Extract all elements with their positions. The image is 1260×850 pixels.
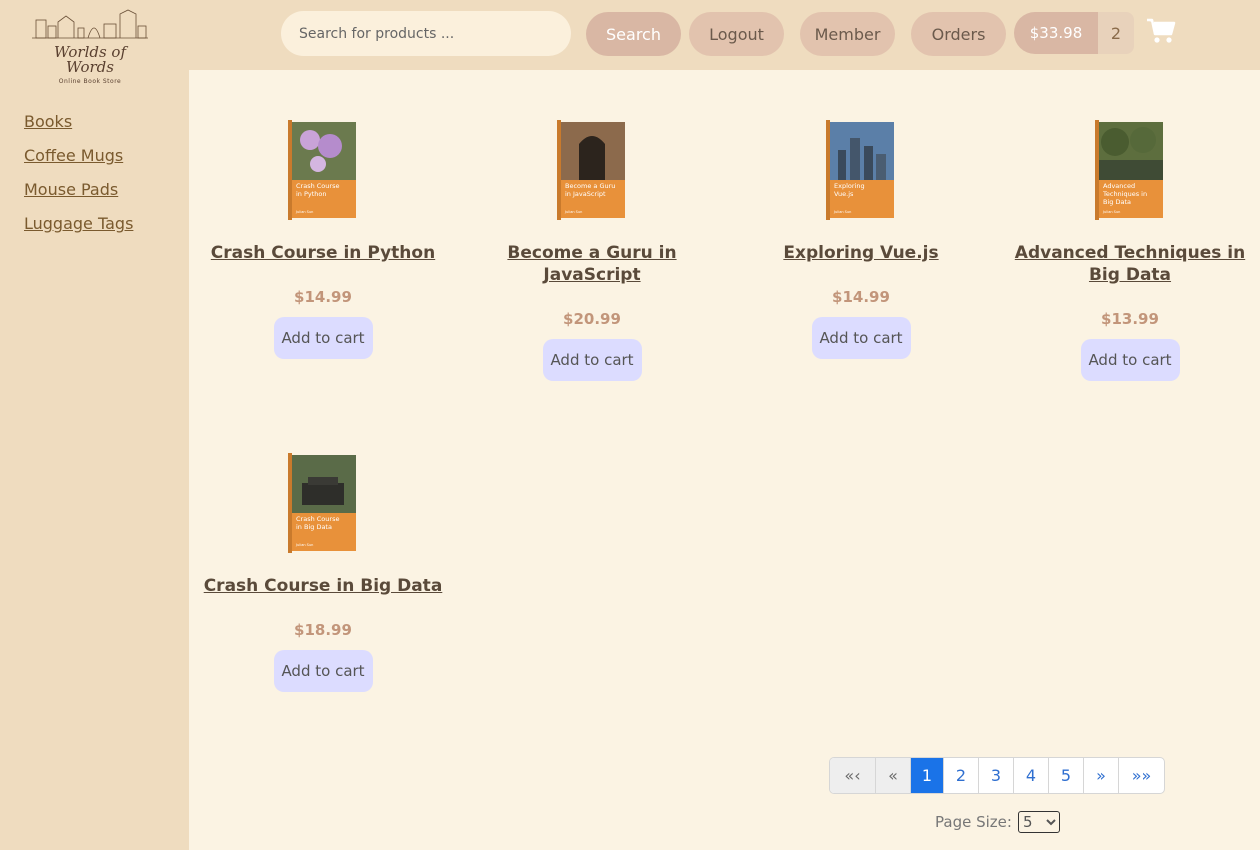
cart-total[interactable]: $33.98 [1014,12,1098,54]
store-logo[interactable]: Worlds of Words Online Book Store [28,8,152,88]
product-price: $14.99 [832,288,890,306]
book-cover-image[interactable]: Become a Guru in JavaScript Julian Sun [557,120,627,220]
product-card: Advanced Techniques in Big Data Julian Sun… [1000,120,1260,381]
page-size-select[interactable]: 5 [1017,811,1060,833]
cover-author: Julian Sun [295,543,313,547]
next-page-button[interactable]: » [1084,758,1119,793]
product-card: Become a Guru in JavaScript Julian Sun Be… [462,120,722,381]
sidebar: Worlds of Words Online Book Store Books … [0,0,189,850]
product-price: $20.99 [563,310,621,328]
book-cover-image[interactable]: Crash Course in Python Julian Sun [288,120,358,220]
sidebar-item-coffee-mugs[interactable]: Coffee Mugs [24,145,133,179]
search-button[interactable]: Search [586,12,681,56]
page-button-2[interactable]: 2 [944,758,979,793]
product-card: Crash Course in Big Data Julian Sun Crash… [193,453,453,692]
cover-author: Julian Sun [1102,210,1120,214]
add-to-cart-button[interactable]: Add to cart [1080,339,1180,381]
cart-count-badge[interactable]: 2 [1098,12,1134,54]
product-title[interactable]: Crash Course in Python [193,242,453,264]
product-card: Exploring Vue.js Julian Sun Exploring Vue… [731,120,991,359]
sidebar-item-books[interactable]: Books [24,111,133,145]
product-card: Crash Course in Python Julian Sun Crash C… [193,120,453,359]
page-button-5[interactable]: 5 [1049,758,1084,793]
cover-author: Julian Sun [833,210,851,214]
search-input[interactable] [281,11,571,56]
prev-page-button[interactable]: « [876,758,911,793]
pagination: «‹ « 1 2 3 4 5 » »» [829,757,1165,794]
page-button-1[interactable]: 1 [911,758,944,793]
product-price: $14.99 [294,288,352,306]
add-to-cart-button[interactable]: Add to cart [273,650,373,692]
page-button-4[interactable]: 4 [1014,758,1049,793]
sidebar-item-luggage-tags[interactable]: Luggage Tags [24,213,133,247]
add-to-cart-button[interactable]: Add to cart [811,317,911,359]
product-title[interactable]: Advanced Techniques in Big Data [1000,242,1260,286]
cover-author: Julian Sun [295,210,313,214]
page-size-control: Page Size: 5 [935,811,1060,833]
product-title[interactable]: Become a Guru in JavaScript [462,242,722,286]
book-cover-image[interactable]: Advanced Techniques in Big Data Julian Sun [1095,120,1165,220]
add-to-cart-button[interactable]: Add to cart [273,317,373,359]
page-button-3[interactable]: 3 [979,758,1014,793]
cover-author: Julian Sun [564,210,582,214]
product-title[interactable]: Crash Course in Big Data [193,575,453,597]
product-title[interactable]: Exploring Vue.js [731,242,991,264]
book-cover-image[interactable]: Crash Course in Big Data Julian Sun [288,453,358,553]
logo-text-line2: Words [66,58,114,76]
book-cover-image[interactable]: Exploring Vue.js Julian Sun [826,120,896,220]
logo-tagline: Online Book Store [59,78,121,85]
page-size-label: Page Size: [935,813,1012,831]
first-page-button[interactable]: «‹ [830,758,876,793]
category-nav: Books Coffee Mugs Mouse Pads Luggage Tag… [24,111,133,247]
product-price: $18.99 [294,621,352,639]
product-price: $13.99 [1101,310,1159,328]
orders-button[interactable]: Orders [911,12,1006,56]
shopping-cart-icon[interactable] [1146,17,1176,45]
sidebar-item-mouse-pads[interactable]: Mouse Pads [24,179,133,213]
add-to-cart-button[interactable]: Add to cart [542,339,642,381]
logout-button[interactable]: Logout [689,12,784,56]
member-button[interactable]: Member [800,12,895,56]
last-page-button[interactable]: »» [1119,758,1164,793]
